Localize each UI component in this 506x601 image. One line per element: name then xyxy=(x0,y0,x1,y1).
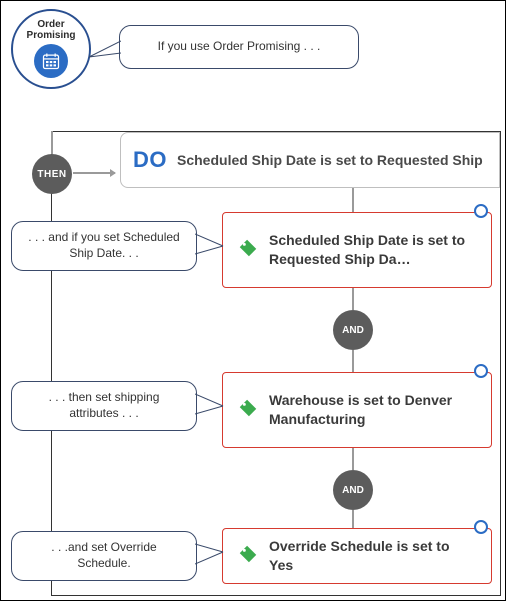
tag-icon xyxy=(237,237,259,264)
and-label: AND xyxy=(342,325,364,336)
order-promising-label: OrderPromising xyxy=(27,20,76,41)
bubble-scheduled-ship-date: . . . and if you set Scheduled Ship Date… xyxy=(11,221,197,271)
do-title: Scheduled Ship Date is set to Requested … xyxy=(177,152,483,168)
and-node-1: AND xyxy=(333,310,373,350)
port-icon xyxy=(474,520,488,534)
order-promising-badge: OrderPromising xyxy=(11,9,91,89)
and-node-2: AND xyxy=(333,470,373,510)
bubble-text: . . .and set Override Schedule. xyxy=(24,540,184,571)
bubble-text: . . . then set shipping attributes . . . xyxy=(24,390,184,421)
bubble-text: . . . and if you set Scheduled Ship Date… xyxy=(24,230,184,261)
action-text: Override Schedule is set to Yes xyxy=(269,537,477,575)
action-text: Scheduled Ship Date is set to Requested … xyxy=(269,231,477,269)
then-arrow xyxy=(73,172,115,174)
bubble-shipping-attributes: . . . then set shipping attributes . . . xyxy=(11,381,197,431)
action-scheduled-ship-date: Scheduled Ship Date is set to Requested … xyxy=(222,212,492,288)
tag-icon xyxy=(237,543,259,570)
do-header: DO Scheduled Ship Date is set to Request… xyxy=(120,132,500,188)
connector-a1-and1-bot xyxy=(352,350,354,372)
diagram-stage: OrderPromising If you use Order Promisin… xyxy=(3,3,503,598)
connector-a2-and2-bot xyxy=(352,510,354,528)
port-icon xyxy=(474,364,488,378)
panel-top-connector xyxy=(51,131,53,154)
connector-do-a1 xyxy=(352,188,354,212)
bubble-top-text: If you use Order Promising . . . xyxy=(158,39,321,55)
calendar-icon xyxy=(34,44,68,78)
action-text: Warehouse is set to Denver Manufacturing xyxy=(269,391,477,429)
port-icon xyxy=(474,204,488,218)
then-label: THEN xyxy=(37,169,66,180)
rule-panel: THEN DO Scheduled Ship Date is set to Re… xyxy=(51,131,501,596)
bubble-top: If you use Order Promising . . . xyxy=(119,25,359,69)
action-override-schedule: Override Schedule is set to Yes xyxy=(222,528,492,584)
and-label: AND xyxy=(342,485,364,496)
then-node: THEN xyxy=(32,154,72,194)
tag-icon xyxy=(237,397,259,424)
do-word: DO xyxy=(133,147,167,173)
connector-a2-and2-top xyxy=(352,448,354,470)
action-warehouse: Warehouse is set to Denver Manufacturing xyxy=(222,372,492,448)
bubble-override-schedule: . . .and set Override Schedule. xyxy=(11,531,197,581)
connector-a1-and1-top xyxy=(352,288,354,310)
